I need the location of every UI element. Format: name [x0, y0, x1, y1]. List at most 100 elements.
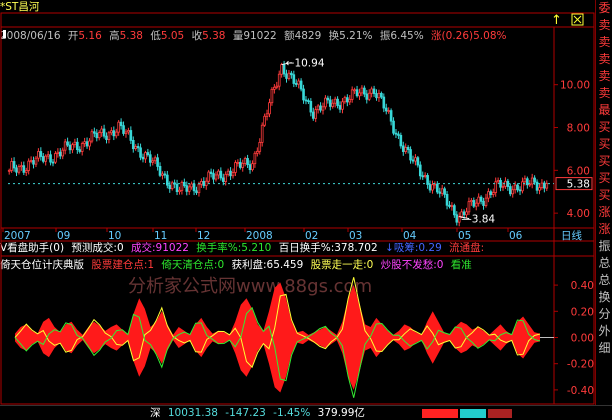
- sidebar-item[interactable]: 振: [596, 238, 612, 255]
- candle-body: [496, 180, 500, 183]
- candle-body: [243, 158, 247, 164]
- sidebar-item[interactable]: 涨: [596, 204, 612, 221]
- candle-body: [294, 83, 298, 85]
- candle-body: [530, 177, 534, 185]
- candle-body: [348, 98, 352, 103]
- index-amount: 379.99亿: [317, 407, 365, 419]
- candle-body: [316, 105, 320, 111]
- sidebar: 委卖卖卖卖卖最买买买买买涨涨振总总换分外细: [595, 0, 612, 405]
- candle-body: [107, 132, 111, 140]
- candle-body: [372, 88, 376, 94]
- candle-body: [256, 150, 259, 154]
- candle-body: [472, 200, 476, 207]
- status-bar: 深 10031.38 -147.23 -1.45% 379.99亿: [0, 405, 612, 420]
- candle-body: [153, 157, 157, 162]
- candle-body: [343, 97, 347, 103]
- candle-body: [187, 186, 191, 192]
- time-tick-label: 02: [305, 230, 318, 242]
- candle-body: [134, 146, 138, 150]
- candle-body: [409, 149, 412, 161]
- index-change: -147.23: [225, 407, 266, 419]
- sidebar-item[interactable]: 买: [596, 153, 612, 170]
- candle-body: [501, 185, 505, 188]
- osc-tick-label: -0.40: [567, 385, 594, 397]
- candle-body: [277, 73, 281, 87]
- candle-body: [197, 183, 201, 194]
- index-pct: -1.45%: [273, 407, 311, 419]
- candle-body: [51, 161, 55, 164]
- candle-body: [144, 152, 147, 160]
- candle-body: [360, 87, 364, 94]
- candle-body: [246, 158, 249, 166]
- candle-body: [54, 153, 57, 163]
- sidebar-item[interactable]: 委: [596, 0, 612, 17]
- candle-body: [41, 156, 45, 162]
- candle-body: [304, 99, 308, 102]
- candle-body: [331, 102, 335, 107]
- sidebar-item[interactable]: 卖: [596, 51, 612, 68]
- time-tick-label: 04: [403, 230, 417, 242]
- candle-body: [234, 162, 237, 173]
- sidebar-item[interactable]: 换: [596, 289, 612, 306]
- candle-body: [418, 164, 422, 177]
- candle-body: [200, 180, 203, 185]
- time-axis: [1, 227, 594, 232]
- candle-body: [406, 147, 410, 150]
- sidebar-item[interactable]: 涨: [596, 221, 612, 238]
- candle-body: [90, 131, 94, 142]
- sidebar-item[interactable]: 卖: [596, 85, 612, 102]
- candle-body: [68, 144, 72, 151]
- candle-body: [540, 182, 544, 189]
- candle-body: [93, 131, 96, 134]
- sidebar-item[interactable]: 卖: [596, 68, 612, 85]
- candle-body: [440, 188, 444, 194]
- candle-body: [110, 130, 113, 134]
- time-tick-label: 2007: [4, 230, 31, 242]
- sidebar-item[interactable]: 外: [596, 323, 612, 340]
- sidebar-item[interactable]: 细: [596, 340, 612, 357]
- candle-body: [27, 160, 30, 171]
- candle-body: [431, 184, 434, 191]
- candle-body: [217, 170, 220, 176]
- sidebar-item[interactable]: 最: [596, 102, 612, 119]
- arrow-up-icon: ↑: [551, 13, 562, 28]
- min-label: —3.84: [461, 214, 495, 226]
- status-swatch-red: [422, 409, 458, 418]
- candle-body: [46, 154, 50, 157]
- sidebar-item[interactable]: 分: [596, 306, 612, 323]
- candle-body: [190, 183, 193, 188]
- candle-body: [341, 101, 344, 110]
- sidebar-item[interactable]: 总: [596, 255, 612, 272]
- candle-body: [309, 101, 313, 113]
- candle-body: [63, 141, 67, 151]
- candle-body: [290, 72, 293, 76]
- market-label: 深: [150, 407, 161, 419]
- candle-body: [314, 109, 318, 119]
- sidebar-item[interactable]: 买: [596, 136, 612, 153]
- candle-body: [24, 170, 28, 173]
- scroll-marker[interactable]: [3, 30, 6, 38]
- candle-body: [85, 141, 89, 147]
- candle-body: [214, 174, 218, 180]
- candle-body: [326, 97, 330, 101]
- time-tick-label: 09: [57, 230, 70, 242]
- candle-body: [397, 133, 400, 136]
- candle-body: [494, 181, 498, 193]
- candle-body: [479, 196, 483, 202]
- candle-body: [438, 191, 442, 194]
- candle-body: [280, 64, 283, 75]
- sidebar-item[interactable]: 总: [596, 272, 612, 289]
- sidebar-item[interactable]: 买: [596, 170, 612, 187]
- candle-body: [22, 165, 26, 173]
- sidebar-item[interactable]: 卖: [596, 17, 612, 34]
- sidebar-item[interactable]: 卖: [596, 34, 612, 51]
- time-tick-label: 11: [154, 230, 167, 242]
- candle-body: [17, 166, 21, 173]
- candle-body: [484, 197, 488, 206]
- candle-body: [336, 98, 339, 106]
- candle-body: [389, 110, 393, 122]
- candle-body: [375, 93, 378, 99]
- chart-area[interactable]: ↑ 4.00 6.00 8.00 10.00 5.38 ←10.94 —3.84 2007 09 1…: [0, 0, 595, 405]
- sidebar-item[interactable]: 买: [596, 119, 612, 136]
- sidebar-item[interactable]: 买: [596, 187, 612, 204]
